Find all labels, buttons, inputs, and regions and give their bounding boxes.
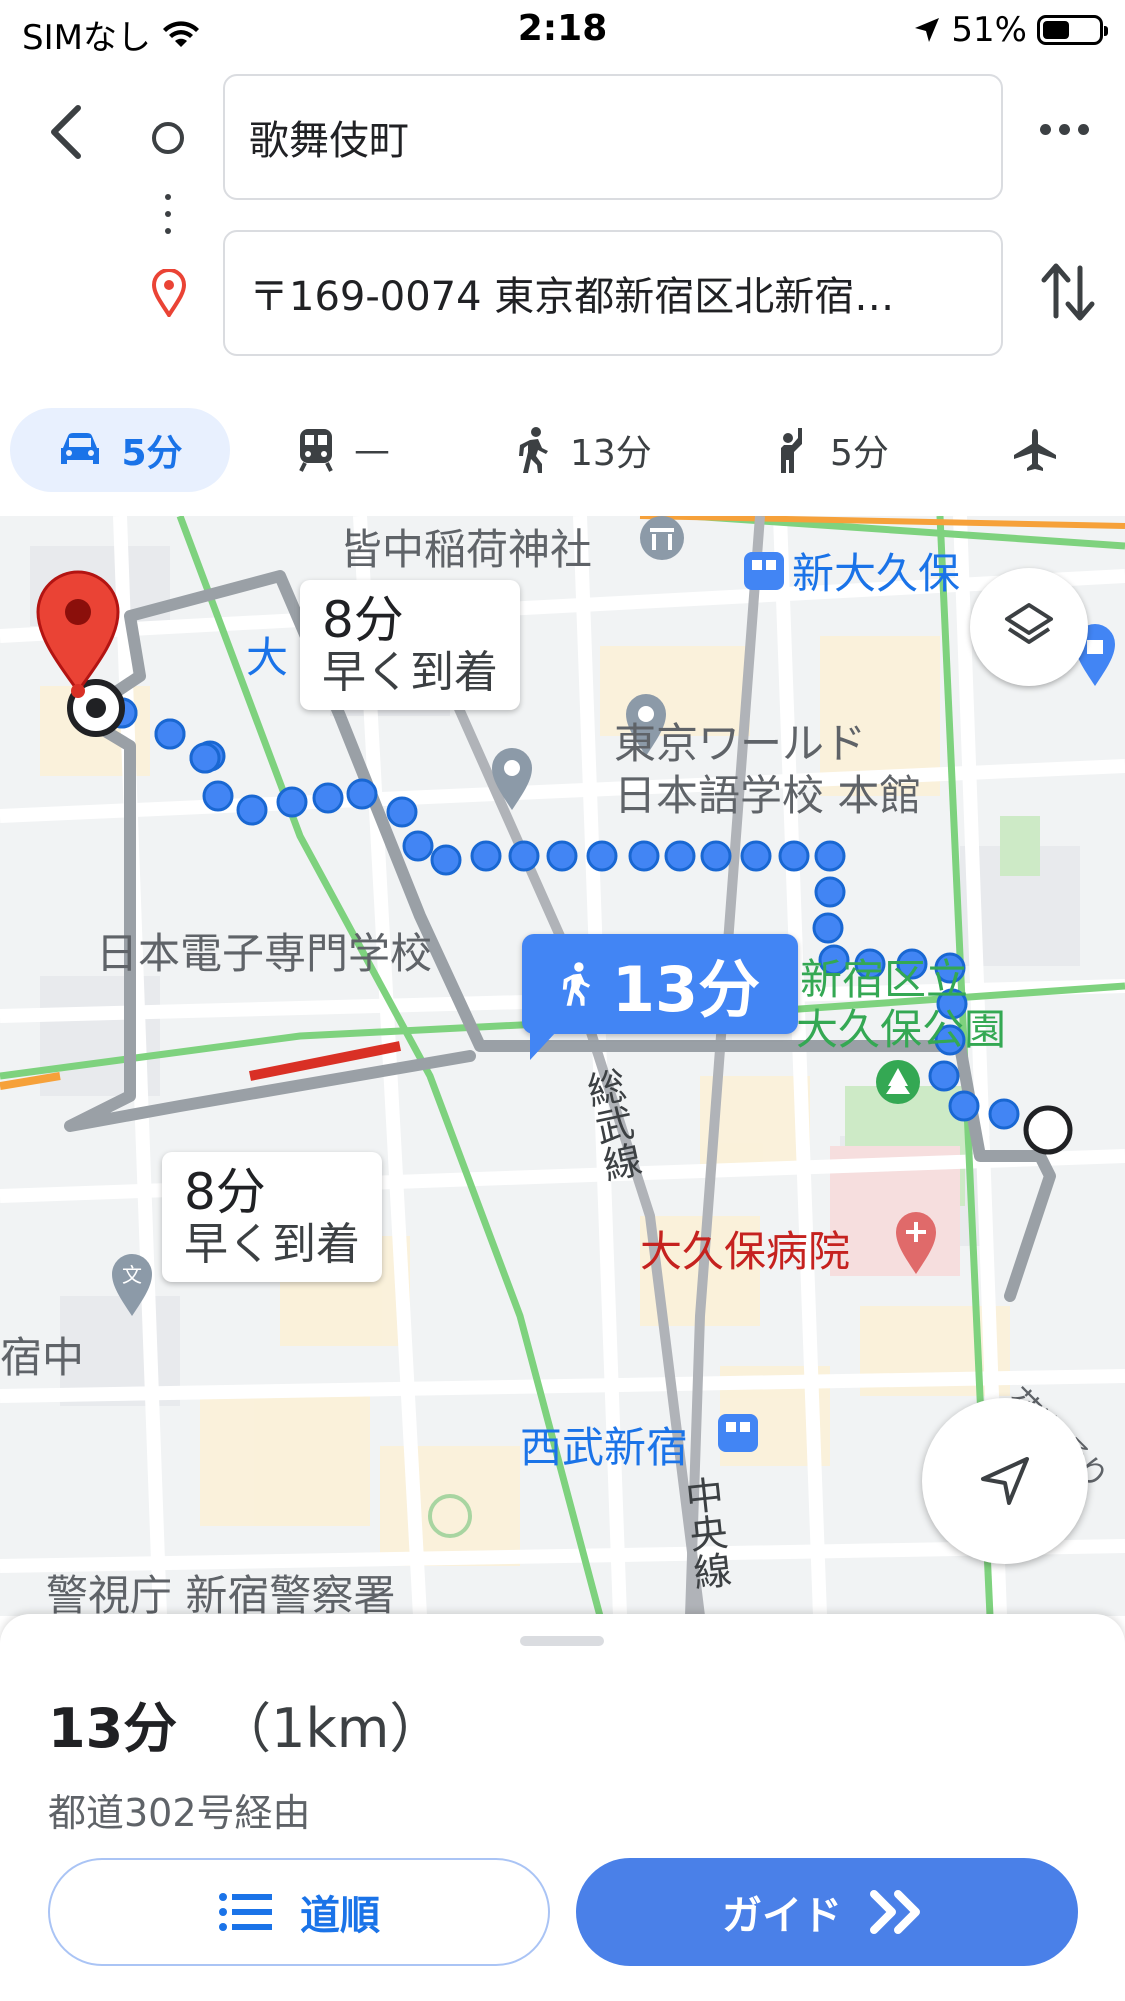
directions-header: 歌舞伎町 〒169-0074 東京都新宿区北新宿… <box>0 64 1125 374</box>
origin-input[interactable]: 歌舞伎町 <box>223 74 1003 200</box>
route-summary: 13分 （1km） <box>48 1684 443 1763</box>
list-icon <box>219 1893 272 1931</box>
alt-route-callout-top-time: 8分 <box>322 591 404 649</box>
swap-icon[interactable] <box>1040 260 1096 324</box>
map-label-police: 警視庁 新宿警察署 <box>46 1571 396 1616</box>
back-icon[interactable] <box>40 102 100 162</box>
svg-text:文: 文 <box>122 1263 142 1287</box>
walk-icon <box>562 962 591 1006</box>
map-view[interactable]: 文 皆中稲荷神社 新大久保 大 東京ワールド 日本語学校 本館 日本電子専門学校… <box>0 516 1125 1616</box>
tab-ride-label: 5分 <box>830 433 889 474</box>
map-label-school-2: 日本語学校 本館 <box>614 771 922 820</box>
double-chevron-right-icon <box>870 1890 920 1934</box>
steps-button-label: 道順 <box>300 1893 380 1939</box>
map-label-chuo: 中央線 <box>677 1474 733 1593</box>
status-right: 51% <box>913 10 1108 50</box>
tab-flight[interactable] <box>1012 408 1058 492</box>
walk-icon <box>519 427 548 473</box>
alt-route-callout-top-note: 早く到着 <box>322 647 498 698</box>
guide-button-label: ガイド <box>722 1893 842 1939</box>
station-icon-shinokubo <box>744 552 784 590</box>
map-label-park-2: 大久保公園 <box>796 1005 1007 1054</box>
map-label-hospital: 大久保病院 <box>640 1227 851 1276</box>
layers-button[interactable] <box>970 568 1088 686</box>
tab-ride[interactable]: 5分 <box>772 408 889 492</box>
status-bar: SIMなし 2:18 51% <box>0 0 1125 64</box>
shrine-icon <box>640 516 684 560</box>
alt-route-callout-bottom-note: 早く到着 <box>184 1219 360 1270</box>
alt-route-callout-top[interactable]: 8分 早く到着 <box>300 580 520 710</box>
navigation-arrow-icon <box>981 1457 1029 1505</box>
origin-circle-icon <box>152 122 184 154</box>
walk-duration-badge[interactable]: 13分 <box>522 934 798 1060</box>
battery-icon <box>1037 15 1108 45</box>
airplane-icon <box>1014 429 1056 471</box>
route-duration: 13分 <box>48 1697 178 1760</box>
tab-car-label: 5分 <box>121 433 183 474</box>
tab-walk-label: 13分 <box>570 433 652 474</box>
battery-percent: 51% <box>951 10 1027 50</box>
destination-pin-icon <box>151 269 187 317</box>
layers-icon <box>1005 603 1053 644</box>
location-arrow-icon <box>915 18 940 42</box>
map-label-shinokubo: 新大久保 <box>792 549 961 598</box>
alt-route-callout-bottom-time: 8分 <box>184 1163 266 1221</box>
tab-transit-label: — <box>354 429 390 471</box>
route-summary-sheet[interactable]: 13分 （1km） 都道302号経由 道順 ガイド <box>0 1614 1125 2001</box>
map-label-shrine: 皆中稲荷神社 <box>340 525 593 574</box>
tab-walk[interactable]: 13分 <box>516 408 652 492</box>
guide-button[interactable]: ガイド <box>576 1858 1078 1966</box>
map-label-denshi: 日本電子専門学校 <box>96 929 433 978</box>
route-origin-marker <box>1023 1105 1073 1155</box>
sheet-drag-handle[interactable] <box>520 1636 604 1646</box>
train-icon <box>299 429 333 472</box>
travel-mode-tabs: 5分 — 13分 5分 <box>0 400 1125 500</box>
route-via: 都道302号経由 <box>48 1791 311 1835</box>
my-location-button[interactable] <box>922 1398 1088 1564</box>
destination-input[interactable]: 〒169-0074 東京都新宿区北新宿… <box>223 230 1003 356</box>
steps-button[interactable]: 道順 <box>48 1858 550 1966</box>
tab-car[interactable]: 5分 <box>10 408 230 492</box>
hail-ride-icon <box>781 428 802 473</box>
station-icon-seibu <box>718 1414 758 1452</box>
map-label-seibu: 西武新宿 <box>520 1423 689 1472</box>
route-distance: （1km） <box>217 1697 444 1760</box>
map-label-shukuchu: 宿中 <box>0 1333 85 1382</box>
walk-duration-label: 13分 <box>611 953 761 1026</box>
tab-transit[interactable]: — <box>296 408 390 492</box>
map-label-oo: 大 <box>246 633 289 682</box>
more-options-icon[interactable] <box>1040 124 1089 135</box>
car-icon <box>61 433 100 464</box>
alt-route-callout-bottom[interactable]: 8分 早く到着 <box>162 1152 382 1282</box>
route-dots-icon <box>165 194 171 245</box>
park-tree-icon <box>876 1060 920 1104</box>
